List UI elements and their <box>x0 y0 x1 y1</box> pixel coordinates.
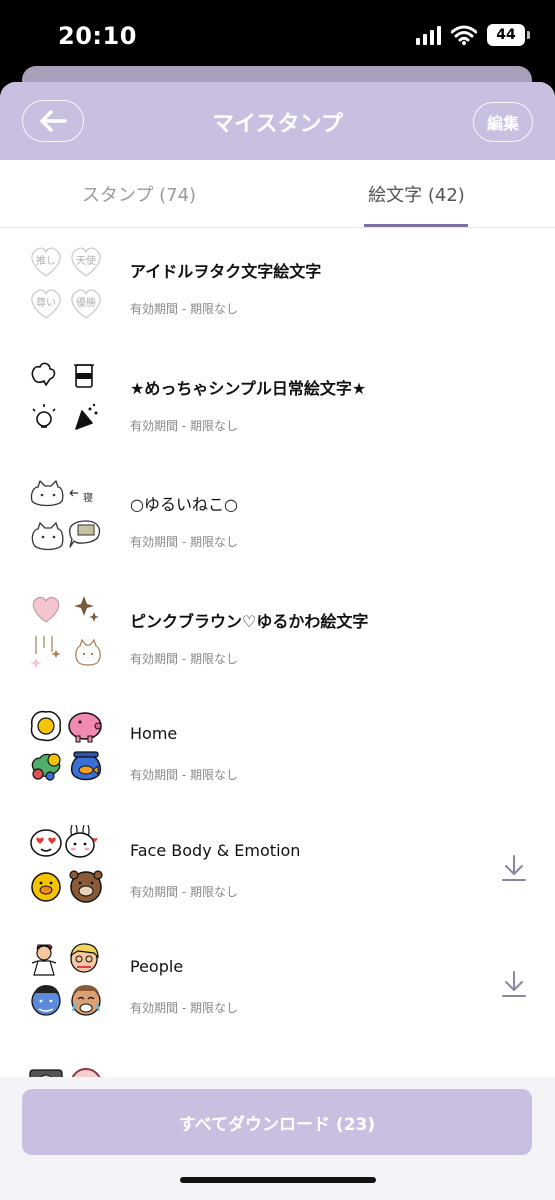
tab-stamps[interactable]: スタンプ (74) <box>0 160 278 228</box>
download-icon[interactable] <box>501 969 527 999</box>
svg-text:寝: 寝 <box>83 491 93 504</box>
tab-selected-indicator <box>364 224 468 227</box>
item-validity: 有効期間 - 期限なし <box>130 418 238 433</box>
item-name: People <box>130 957 184 976</box>
item-name: ○ゆるいねこ○ <box>130 495 238 514</box>
item-validity: 有効期間 - 期限なし <box>130 535 238 549</box>
download-icon[interactable] <box>501 853 527 883</box>
svg-text:優勝: 優勝 <box>76 296 96 309</box>
list-item[interactable]: ピンクブラウン♡ゆるかわ絵文字 有効期間 - 期限なし <box>0 578 555 695</box>
svg-text:天使: 天使 <box>76 254 96 267</box>
emoji-list: 推し 天使 尊い 優勝 アイドルヲタク文字絵文字 有効期間 - 期限なし ★めっ… <box>0 228 555 1160</box>
item-name: ピンクブラウン♡ゆるかわ絵文字 <box>130 611 369 631</box>
item-validity: 有効期間 - 期限なし <box>130 884 238 899</box>
status-icons: 44 <box>416 24 530 46</box>
my-stamps-sheet: マイスタンプ 編集 スタンプ (74) 絵文字 (42) 推し 天使 尊い 優勝 <box>0 82 555 1200</box>
home-emoji-thumb <box>30 710 102 781</box>
item-validity: 有効期間 - 期限なし <box>130 768 238 782</box>
download-all-button[interactable]: すべてダウンロード (23) <box>22 1089 532 1155</box>
item-validity: 有効期間 - 期限なし <box>130 651 238 666</box>
cellular-signal-icon <box>416 25 441 45</box>
list-item[interactable]: Face Body & Emotion 有効期間 - 期限なし <box>0 811 555 928</box>
list-item[interactable]: Home 有効期間 - 期限なし <box>0 694 555 811</box>
tab-bar: スタンプ (74) 絵文字 (42) <box>0 160 555 228</box>
list-item[interactable]: People 有効期間 - 期限なし <box>0 927 555 1044</box>
home-indicator[interactable] <box>180 1177 376 1183</box>
face-emoji-thumb <box>30 824 103 903</box>
item-name: Face Body & Emotion <box>130 840 301 860</box>
battery-indicator: 44 <box>487 24 530 46</box>
item-name: アイドルヲタク文字絵文字 <box>130 262 322 281</box>
simple-daily-emoji-thumb <box>31 362 98 430</box>
svg-text:推し: 推し <box>36 254 56 267</box>
edit-button[interactable]: 編集 <box>473 102 533 142</box>
tab-emoji[interactable]: 絵文字 (42) <box>278 160 555 228</box>
svg-text:尊い: 尊い <box>36 296 56 309</box>
status-time: 20:10 <box>58 22 137 50</box>
header: マイスタンプ 編集 <box>0 82 555 160</box>
pink-brown-emoji-thumb <box>30 595 101 668</box>
status-bar: 20:10 44 <box>0 0 555 70</box>
wifi-icon <box>451 25 477 45</box>
footer-bar: すべてダウンロード (23) <box>0 1077 555 1200</box>
list-item[interactable]: 推し 天使 尊い 優勝 アイドルヲタク文字絵文字 有効期間 - 期限なし <box>0 228 555 345</box>
back-button[interactable] <box>22 100 84 142</box>
list-item[interactable]: 寝 ○ゆるいねこ○ 有効期間 - 期限なし <box>0 461 555 578</box>
item-name: Home <box>130 724 178 743</box>
arrow-left-icon <box>40 110 67 132</box>
item-validity: 有効期間 - 期限なし <box>130 302 238 316</box>
people-emoji-thumb <box>31 943 101 1016</box>
list-item[interactable]: ★めっちゃシンプル日常絵文字★ 有効期間 - 期限なし <box>0 345 555 462</box>
item-validity: 有効期間 - 期限なし <box>130 1001 238 1015</box>
cat-emoji-thumb: 寝 <box>30 480 101 551</box>
item-name: ★めっちゃシンプル日常絵文字★ <box>130 378 367 398</box>
idol-heart-emoji-thumb: 推し 天使 尊い 優勝 <box>31 247 101 319</box>
